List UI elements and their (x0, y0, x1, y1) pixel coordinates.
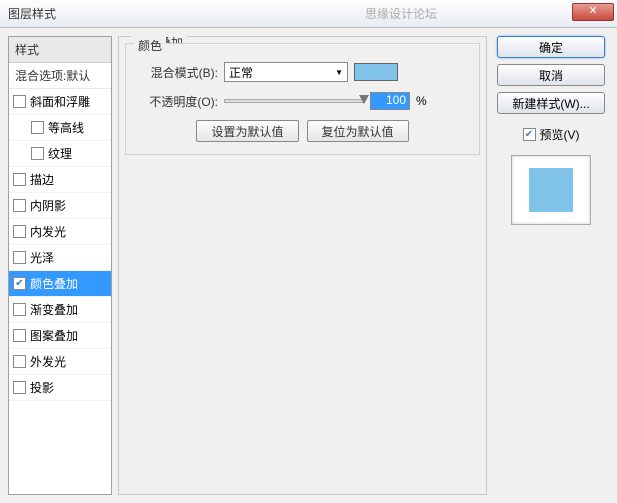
dialog-body: 样式 混合选项:默认 斜面和浮雕等高线纹理描边内阴影内发光光泽颜色叠加渐变叠加图… (0, 28, 617, 503)
style-item[interactable]: 渐变叠加 (9, 297, 111, 323)
style-item[interactable]: 纹理 (9, 141, 111, 167)
cancel-button[interactable]: 取消 (497, 64, 605, 86)
color-fieldset: 颜色 混合模式(B): 正常 ▼ 不透明度(O): 100 % 设置为默认值 复… (125, 43, 480, 155)
default-buttons-row: 设置为默认值 复位为默认值 (138, 120, 467, 142)
close-button[interactable]: ✕ (572, 3, 614, 21)
style-item-label: 投影 (30, 379, 54, 396)
slider-thumb-icon[interactable] (359, 95, 369, 104)
ok-button[interactable]: 确定 (497, 36, 605, 58)
blend-mode-value: 正常 (229, 64, 253, 81)
new-style-button[interactable]: 新建样式(W)... (497, 92, 605, 114)
style-checkbox[interactable] (13, 95, 26, 108)
window-title: 图层样式 (8, 5, 56, 22)
style-item[interactable]: 图案叠加 (9, 323, 111, 349)
style-item-label: 斜面和浮雕 (30, 93, 90, 110)
preview-label: 预览(V) (540, 126, 580, 143)
chevron-down-icon: ▼ (335, 68, 343, 77)
style-item-label: 纹理 (48, 145, 72, 162)
style-item-label: 颜色叠加 (30, 275, 78, 292)
style-item[interactable]: 外发光 (9, 349, 111, 375)
preview-checkbox[interactable] (523, 128, 536, 141)
style-item-label: 内阴影 (30, 197, 66, 214)
style-checkbox[interactable] (13, 355, 26, 368)
blend-mode-label: 混合模式(B): (138, 64, 218, 81)
style-item-label: 外发光 (30, 353, 66, 370)
style-item-label: 光泽 (30, 249, 54, 266)
blend-mode-row: 混合模式(B): 正常 ▼ (138, 62, 467, 82)
opacity-input[interactable]: 100 (370, 92, 410, 110)
style-checkbox[interactable] (13, 199, 26, 212)
color-swatch[interactable] (354, 63, 398, 81)
style-item-label: 图案叠加 (30, 327, 78, 344)
fieldset-legend: 颜色 (134, 37, 166, 54)
style-item[interactable]: 内阴影 (9, 193, 111, 219)
style-item-label: 内发光 (30, 223, 66, 240)
preview-swatch (529, 168, 573, 212)
style-checkbox[interactable] (13, 329, 26, 342)
styles-list: 样式 混合选项:默认 斜面和浮雕等高线纹理描边内阴影内发光光泽颜色叠加渐变叠加图… (8, 36, 112, 495)
style-item-label: 等高线 (48, 119, 84, 136)
style-item[interactable]: 斜面和浮雕 (9, 89, 111, 115)
style-checkbox[interactable] (13, 173, 26, 186)
opacity-unit: % (416, 94, 427, 108)
right-panel: 确定 取消 新建样式(W)... 预览(V) (493, 36, 609, 495)
style-item[interactable]: 等高线 (9, 115, 111, 141)
settings-panel: 颜色叠加 PS教程论坛 颜色 混合模式(B): 正常 ▼ 不透明度(O): 10… (118, 36, 487, 495)
style-item[interactable]: 光泽 (9, 245, 111, 271)
style-checkbox[interactable] (13, 303, 26, 316)
style-item-label: 描边 (30, 171, 54, 188)
blend-mode-select[interactable]: 正常 ▼ (224, 62, 348, 82)
styles-header[interactable]: 样式 (9, 37, 111, 63)
style-item[interactable]: 投影 (9, 375, 111, 401)
style-item-label: 渐变叠加 (30, 301, 78, 318)
preview-box (511, 155, 591, 225)
style-checkbox[interactable] (13, 381, 26, 394)
style-item[interactable]: 颜色叠加 (9, 271, 111, 297)
opacity-slider[interactable] (224, 99, 364, 103)
make-default-button[interactable]: 设置为默认值 (196, 120, 298, 142)
style-checkbox[interactable] (13, 251, 26, 264)
preview-checkbox-row[interactable]: 预览(V) (523, 126, 580, 143)
style-item[interactable]: 描边 (9, 167, 111, 193)
style-checkbox[interactable] (13, 225, 26, 238)
style-checkbox[interactable] (31, 121, 44, 134)
style-checkbox[interactable] (31, 147, 44, 160)
titlebar: 图层样式 思缘设计论坛 ✕ (0, 0, 617, 28)
reset-default-button[interactable]: 复位为默认值 (307, 120, 409, 142)
blending-options-item[interactable]: 混合选项:默认 (9, 63, 111, 89)
opacity-label: 不透明度(O): (138, 93, 218, 110)
opacity-row: 不透明度(O): 100 % (138, 92, 467, 110)
style-item[interactable]: 内发光 (9, 219, 111, 245)
style-checkbox[interactable] (13, 277, 26, 290)
watermark: 思缘设计论坛 (365, 5, 437, 22)
